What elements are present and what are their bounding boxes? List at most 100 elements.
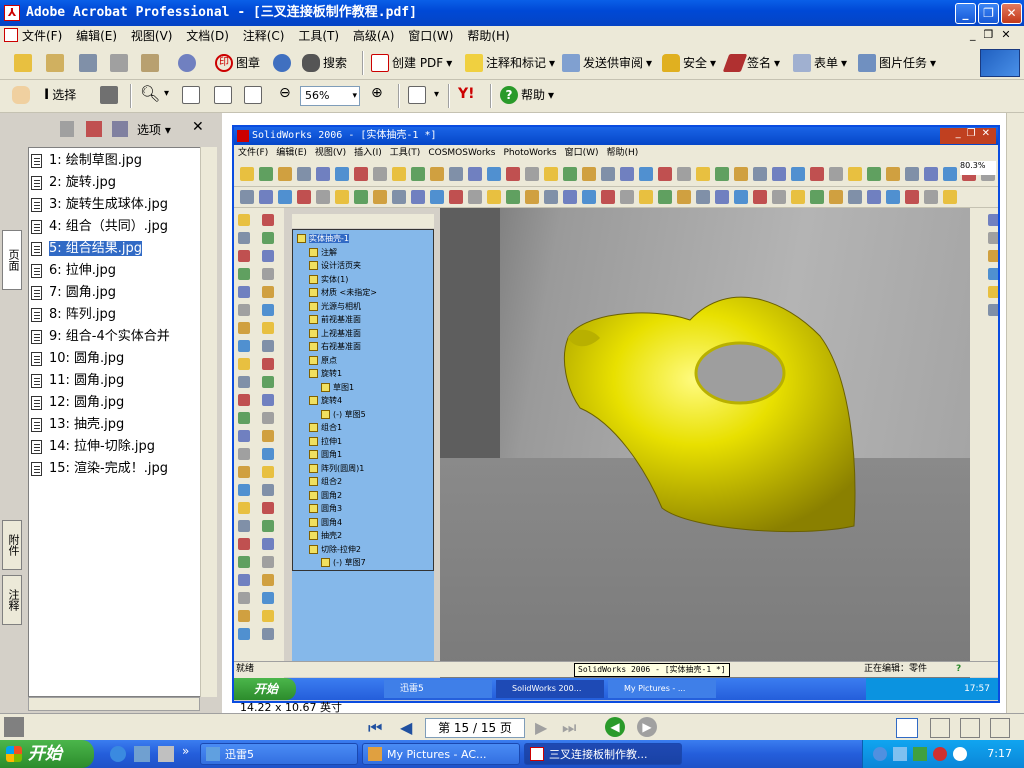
forms-button[interactable]: 表单 ▾ xyxy=(793,51,847,75)
bookmark-item[interactable]: 7: 圆角.jpg xyxy=(31,283,116,303)
tab-comments[interactable]: 注释 xyxy=(2,575,22,625)
bookmark-item[interactable]: 6: 拉伸.jpg xyxy=(31,261,116,281)
security-tray-icon[interactable] xyxy=(933,747,947,761)
seal-button[interactable]: 印 图章 xyxy=(215,51,260,75)
tab-pages[interactable]: 页面 xyxy=(2,230,22,290)
bookmark-item[interactable]: 3: 旋转生成球体.jpg xyxy=(31,195,168,215)
snapshot-icon[interactable] xyxy=(100,86,118,104)
chevron-right-icon[interactable]: » xyxy=(182,744,189,758)
options-menu[interactable]: 选项 ▾ xyxy=(137,121,171,138)
zoom-in-plus-icon[interactable]: ⊕ xyxy=(371,85,383,101)
open-icon[interactable] xyxy=(14,54,32,72)
comment-markup-button[interactable]: 注释和标记 ▾ xyxy=(465,51,555,75)
close-button[interactable]: ✕ xyxy=(1001,3,1022,24)
rotate-page-icon[interactable] xyxy=(408,86,426,104)
trash-icon[interactable] xyxy=(60,121,74,137)
mdi-controls[interactable]: _❐✕ xyxy=(970,28,1019,41)
bookmark-item[interactable]: 10: 圆角.jpg xyxy=(31,349,124,369)
bookmark-item[interactable]: 11: 圆角.jpg xyxy=(31,371,124,391)
help-button[interactable]: ? 帮助 ▾ xyxy=(500,83,554,107)
bookmark-item[interactable]: 15: 渲染-完成！.jpg xyxy=(31,459,168,479)
menu-tools[interactable]: 工具(T) xyxy=(293,26,344,46)
panel-hscrollbar[interactable] xyxy=(28,697,200,711)
previous-page-icon[interactable]: ◀ xyxy=(400,718,412,737)
sw-menu-item: 工具(T) xyxy=(389,148,421,158)
tab-attachments[interactable]: 附件 xyxy=(2,520,22,570)
single-page-icon[interactable] xyxy=(896,718,918,738)
feature-icon xyxy=(321,558,330,567)
bookmark-item[interactable]: 8: 阵列.jpg xyxy=(31,305,116,325)
attach-icon[interactable] xyxy=(178,54,196,72)
page-options-icon[interactable] xyxy=(112,121,128,137)
picture-task-button[interactable]: 图片任务 ▾ xyxy=(858,51,936,75)
feature-tree-item: 拉伸1 xyxy=(309,435,342,448)
actual-size-icon[interactable] xyxy=(182,86,200,104)
volume-icon[interactable] xyxy=(953,747,967,761)
inner-taskbar: 开始 迅雷5 SolidWorks 200... My Pictures - .… xyxy=(234,678,998,700)
network-icon[interactable] xyxy=(893,747,907,761)
go-forward-icon[interactable]: ▶ xyxy=(637,717,657,737)
page-icon[interactable] xyxy=(86,121,102,137)
tray-app-icon[interactable] xyxy=(913,747,927,761)
task-xunlei[interactable]: 迅雷5 xyxy=(200,743,358,765)
continuous-facing-icon[interactable] xyxy=(990,718,1010,738)
fit-width-icon[interactable] xyxy=(244,86,262,104)
maximize-button[interactable]: ❐ xyxy=(978,3,999,24)
bookmark-item[interactable]: 9: 组合-4个实体合并 xyxy=(31,327,170,347)
task-my-pictures[interactable]: My Pictures - AC... xyxy=(362,743,520,765)
menu-window[interactable]: 窗口(W) xyxy=(403,26,458,46)
sign-button[interactable]: 签名 ▾ xyxy=(722,51,780,75)
next-page-icon[interactable]: ▶ xyxy=(535,718,547,737)
bookmark-item[interactable]: 5: 组合结果.jpg xyxy=(31,239,143,259)
send-review-button[interactable]: 发送供审阅 ▾ xyxy=(562,51,652,75)
page-number-input[interactable]: 第 15 / 15 页 xyxy=(425,718,525,738)
zoom-in-icon[interactable]: 🔍︎ xyxy=(140,84,160,103)
panel-scrollbar[interactable] xyxy=(200,147,217,697)
menu-file[interactable]: 文件(F) xyxy=(0,26,67,46)
continuous-icon[interactable] xyxy=(930,718,950,738)
print-icon[interactable] xyxy=(110,54,128,72)
bookmark-item[interactable]: 12: 圆角.jpg xyxy=(31,393,124,413)
security-button[interactable]: 安全 ▾ xyxy=(662,51,716,75)
select-tool-button[interactable]: I 选择 xyxy=(44,83,76,107)
quicklaunch-icon[interactable] xyxy=(134,746,150,762)
bookmark-item[interactable]: 13: 抽壳.jpg xyxy=(31,415,124,435)
zoom-out-icon[interactable]: ⊖ xyxy=(279,85,291,101)
window-title-bar[interactable]: Adobe Acrobat Professional - [三叉连接板制作教程.… xyxy=(0,0,1024,26)
start-button[interactable]: 开始 xyxy=(0,740,94,768)
document-scrollbar[interactable] xyxy=(1006,113,1024,713)
save-icon[interactable] xyxy=(79,54,97,72)
bookmark-item[interactable]: 14: 拉伸-切除.jpg xyxy=(31,437,155,457)
task-acrobat[interactable]: 三叉连接板制作教... xyxy=(524,743,682,765)
fit-page-icon[interactable] xyxy=(214,86,232,104)
menu-view[interactable]: 视图(V) xyxy=(126,26,178,46)
chevron-down-icon[interactable]: ▾ xyxy=(164,88,169,99)
last-page-icon[interactable]: ⏭ xyxy=(562,718,576,738)
menu-help[interactable]: 帮助(H) xyxy=(462,26,514,46)
email-icon[interactable] xyxy=(141,54,159,72)
menu-document[interactable]: 文档(D) xyxy=(181,26,234,46)
email-review-icon[interactable] xyxy=(273,54,291,72)
desktop-icon[interactable] xyxy=(158,746,174,762)
organizer-icon[interactable] xyxy=(46,54,64,72)
zoom-input[interactable]: 56% ▾ xyxy=(300,86,360,106)
hand-tool-icon[interactable] xyxy=(12,86,30,104)
minimize-button[interactable]: _ xyxy=(955,3,976,24)
create-pdf-button[interactable]: 创建 PDF ▾ xyxy=(371,51,452,75)
menu-advanced[interactable]: 高级(A) xyxy=(348,26,400,46)
search-button[interactable]: 搜索 xyxy=(302,51,347,75)
first-page-icon[interactable]: ⏮ xyxy=(368,718,382,738)
menu-comments[interactable]: 注释(C) xyxy=(238,26,290,46)
yahoo-button[interactable]: Y! xyxy=(458,86,475,102)
ie-icon[interactable] xyxy=(110,746,126,762)
go-back-icon[interactable]: ◀ xyxy=(605,717,625,737)
tray-back-icon[interactable] xyxy=(873,747,887,761)
menu-edit[interactable]: 编辑(E) xyxy=(71,26,122,46)
chevron-down-icon[interactable]: ▾ xyxy=(434,89,439,100)
facing-icon[interactable] xyxy=(960,718,980,738)
close-icon[interactable]: ✕ xyxy=(192,119,204,135)
bookmark-item[interactable]: 2: 旋转.jpg xyxy=(31,173,116,193)
sw-tool-icon xyxy=(867,190,881,204)
bookmark-item[interactable]: 1: 绘制草图.jpg xyxy=(31,151,142,171)
bookmark-item[interactable]: 4: 组合（共同）.jpg xyxy=(31,217,168,237)
